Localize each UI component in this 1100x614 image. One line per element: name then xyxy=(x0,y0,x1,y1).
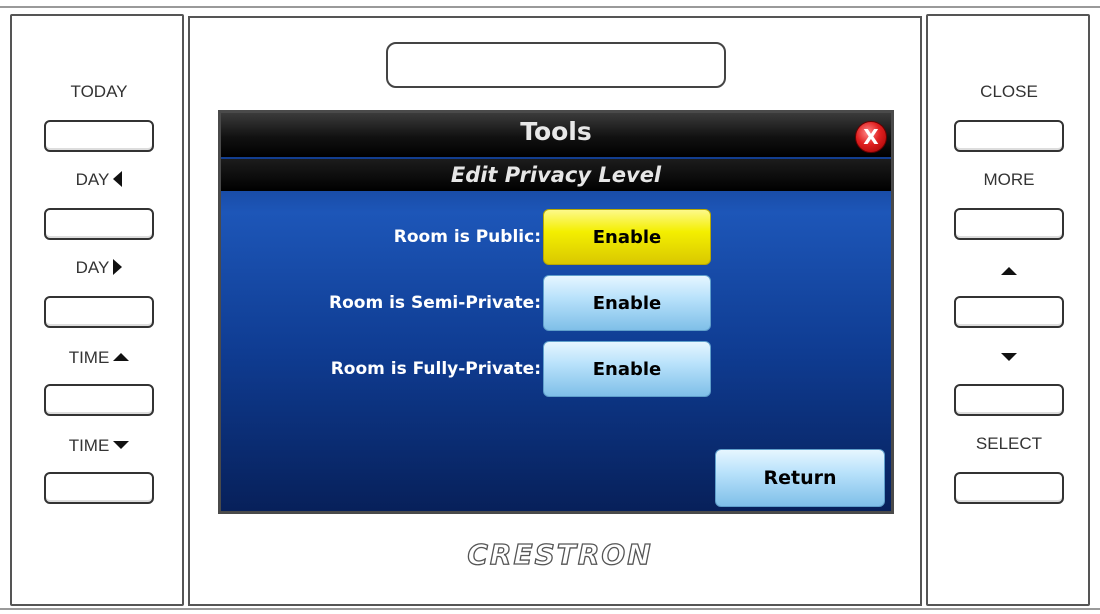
more-button[interactable] xyxy=(954,208,1064,240)
select-label: SELECT xyxy=(975,434,1043,453)
day-back-label: DAY xyxy=(44,170,154,190)
page-subtitle: Edit Privacy Level xyxy=(450,163,662,187)
close-button[interactable] xyxy=(954,120,1064,152)
up-arrow-icon xyxy=(1001,267,1017,275)
time-up-button[interactable] xyxy=(44,384,154,416)
right-arrow-icon xyxy=(113,259,123,275)
frame-bottom-edge xyxy=(0,608,1100,610)
up-label xyxy=(954,262,1064,282)
semi-private-label: Room is Semi-Private: xyxy=(329,293,541,313)
subtitle-bar: Edit Privacy Level xyxy=(221,159,891,191)
up-arrow-icon xyxy=(113,353,130,361)
select-button[interactable] xyxy=(954,472,1064,504)
day-forward-button[interactable] xyxy=(44,296,154,328)
time-down-label: TIME xyxy=(44,436,154,456)
semi-private-enable-button[interactable]: Enable xyxy=(543,275,711,331)
time-up-label: TIME xyxy=(44,348,154,368)
title-bar: Tools X xyxy=(221,113,891,157)
fully-private-enable-button[interactable]: Enable xyxy=(543,341,711,397)
down-label xyxy=(954,348,1064,368)
day-forward-label: DAY xyxy=(44,258,154,278)
public-enable-button[interactable]: Enable xyxy=(543,209,711,265)
sensor-window xyxy=(386,42,726,88)
crestron-logo: CRESTRON xyxy=(467,537,653,571)
up-button[interactable] xyxy=(954,296,1064,328)
time-down-button[interactable] xyxy=(44,472,154,504)
page-title: Tools xyxy=(520,117,592,146)
today-label: TODAY xyxy=(70,82,128,101)
down-arrow-icon xyxy=(1001,353,1017,361)
down-button[interactable] xyxy=(954,384,1064,416)
touch-panel-device: TODAY DAY DAY TIME TIME Tools X Edit Pri… xyxy=(0,0,1100,614)
day-back-button[interactable] xyxy=(44,208,154,240)
left-arrow-icon xyxy=(113,171,123,187)
today-button[interactable] xyxy=(44,120,154,152)
frame-top-edge xyxy=(0,6,1100,8)
public-label: Room is Public: xyxy=(393,227,541,247)
close-label: CLOSE xyxy=(980,82,1038,101)
touch-screen: Tools X Edit Privacy Level Room is Publi… xyxy=(218,110,894,514)
close-icon[interactable]: X xyxy=(855,121,887,153)
fully-private-label: Room is Fully-Private: xyxy=(330,359,541,379)
down-arrow-icon xyxy=(113,441,130,449)
more-label: MORE xyxy=(983,170,1035,189)
return-button[interactable]: Return xyxy=(715,449,885,507)
